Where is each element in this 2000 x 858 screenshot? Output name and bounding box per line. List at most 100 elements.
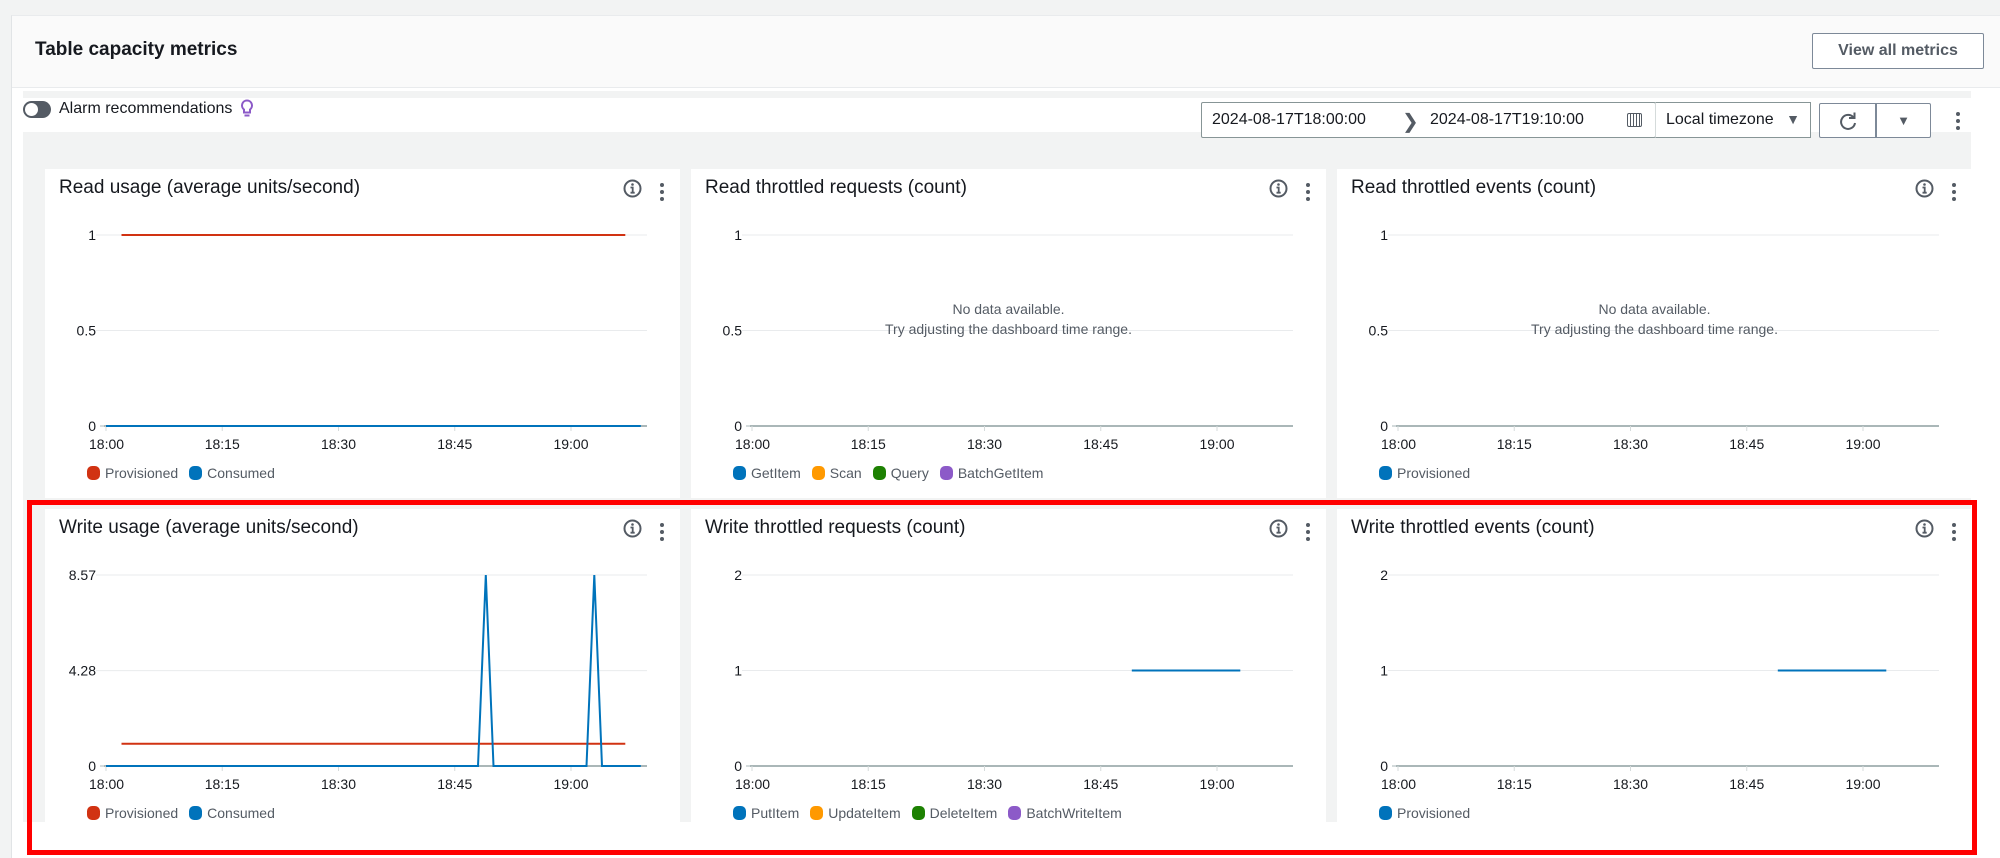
chart-legend: Provisioned — [1379, 805, 1470, 821]
legend-swatch — [1379, 806, 1392, 820]
x-tick-label: 18:00 — [1381, 436, 1416, 452]
legend-label: Query — [890, 465, 929, 481]
legend-item-consumed[interactable]: Consumed — [189, 465, 275, 481]
section-header: Table capacity metrics View all metrics — [12, 16, 2000, 88]
legend-swatch — [189, 466, 203, 480]
legend-swatch — [872, 466, 886, 480]
timezone-value: Local timezone — [1666, 111, 1774, 128]
legend-swatch — [189, 806, 203, 820]
legend-label: Provisioned — [1397, 805, 1471, 821]
chart-read-usage: 0 0.5 1 18:00 18:15 18:30 18:45 19:00 — [77, 227, 647, 452]
refresh-interval-dropdown[interactable]: ▼ — [1876, 103, 1931, 138]
x-tick-label: 18:00 — [735, 776, 770, 792]
legend-item-scan[interactable]: Scan — [811, 465, 862, 481]
legend-item-getitem[interactable]: GetItem — [733, 465, 801, 481]
x-tick-label: 18:00 — [735, 436, 770, 452]
legend-item-batchgetitem[interactable]: BatchGetItem — [939, 465, 1044, 481]
y-tick-label: 1 — [88, 227, 96, 243]
date-from[interactable]: 2024-08-17T18:00:00 — [1212, 111, 1366, 129]
date-range-picker[interactable]: 2024-08-17T18:00:00 ❯ 2024-08-17T19:10:0… — [1201, 102, 1656, 138]
y-tick-label: 8.57 — [69, 567, 96, 583]
x-tick-label: 19:00 — [1845, 776, 1880, 792]
y-tick-label: 1 — [734, 663, 742, 679]
no-data-line2: Try adjusting the dashboard time range. — [1531, 321, 1778, 337]
x-tick-label: 18:30 — [1613, 776, 1648, 792]
no-data-message: No data available. Try adjusting the dash… — [691, 299, 1326, 339]
x-tick-label: 18:00 — [89, 776, 124, 792]
legend-label: UpdateItem — [828, 805, 901, 821]
x-tick-label: 18:45 — [437, 776, 472, 792]
calendar-icon[interactable] — [1627, 113, 1642, 127]
chart-write-throttled-requests: 0 1 2 18:00 18:15 18:30 18:45 19:00 — [734, 567, 1293, 792]
x-tick-label: 18:30 — [321, 776, 356, 792]
legend-item-putitem[interactable]: PutItem — [733, 805, 799, 821]
legend-item-deleteitem[interactable]: DeleteItem — [911, 805, 998, 821]
caret-down-icon: ▼ — [1786, 111, 1800, 127]
x-tick-label: 18:00 — [1381, 776, 1416, 792]
x-tick-label: 19:00 — [553, 776, 588, 792]
refresh-button[interactable] — [1819, 103, 1876, 138]
x-tick-label: 18:15 — [851, 436, 886, 452]
y-tick-label: 0 — [1380, 758, 1388, 774]
x-tick-label: 18:15 — [851, 776, 886, 792]
legend-item-provisioned[interactable]: Provisioned — [87, 465, 178, 481]
x-tick-label: 18:45 — [437, 436, 472, 452]
legend-label: BatchGetItem — [957, 465, 1044, 481]
x-tick-label: 18:30 — [321, 436, 356, 452]
y-tick-label: 1 — [734, 227, 742, 243]
dashboard-actions-kebab[interactable] — [1952, 107, 1964, 133]
panel-write-usage: Write usage (average units/second) 0 4.28 8… — [45, 509, 680, 838]
x-tick-label: 18:45 — [1729, 436, 1764, 452]
no-data-line2: Try adjusting the dashboard time range. — [885, 321, 1132, 337]
x-tick-label: 19:00 — [553, 436, 588, 452]
legend-label: Provisioned — [105, 805, 179, 821]
x-tick-label: 18:30 — [1613, 436, 1648, 452]
panel-read-throttled-requests: Read throttled requests (count) 0 0.5 1 18:0… — [691, 169, 1326, 498]
legend-item-provisioned[interactable]: Provisioned — [1379, 805, 1470, 821]
legend-label: Consumed — [207, 465, 275, 481]
legend-item-consumed[interactable]: Consumed — [189, 805, 275, 821]
legend-label: Provisioned — [1397, 465, 1471, 481]
legend-swatch — [87, 466, 100, 480]
chart-legend: Provisioned Consumed — [87, 465, 275, 481]
legend-item-query[interactable]: Query — [872, 465, 929, 481]
x-tick-label: 18:45 — [1083, 436, 1118, 452]
chart-legend: Provisioned — [1379, 465, 1470, 481]
legend-swatch — [733, 806, 746, 820]
legend-item-provisioned[interactable]: Provisioned — [1379, 465, 1470, 481]
y-tick-label: 0.5 — [77, 323, 97, 339]
x-tick-label: 19:00 — [1845, 436, 1880, 452]
legend-label: Consumed — [207, 805, 275, 821]
x-tick-label: 19:00 — [1199, 436, 1234, 452]
legend-swatch — [811, 466, 825, 480]
y-tick-label: 0 — [734, 758, 742, 774]
caret-down-icon: ▼ — [1897, 113, 1910, 128]
x-tick-label: 18:30 — [967, 436, 1002, 452]
x-tick-label: 18:45 — [1083, 776, 1118, 792]
legend-swatch — [87, 806, 100, 820]
x-tick-label: 19:00 — [1199, 776, 1234, 792]
legend-label: Provisioned — [105, 465, 179, 481]
legend-label: DeleteItem — [929, 805, 998, 821]
y-tick-label: 2 — [1380, 567, 1388, 583]
timezone-select[interactable]: Local timezone ▼ — [1655, 102, 1811, 138]
view-all-metrics-button[interactable]: View all metrics — [1812, 33, 1984, 69]
x-tick-label: 18:45 — [1729, 776, 1764, 792]
panel-read-usage: Read usage (average units/second) 0 0.5 1 18… — [45, 169, 680, 498]
date-to[interactable]: 2024-08-17T19:10:00 — [1430, 111, 1584, 129]
lightbulb-icon[interactable] — [240, 99, 254, 119]
chart-legend: Provisioned Consumed — [87, 805, 275, 821]
y-tick-label: 1 — [1380, 663, 1388, 679]
x-tick-label: 18:15 — [205, 436, 240, 452]
legend-swatch — [1008, 806, 1022, 820]
panel-write-throttled-events: Write throttled events (count) 0 1 2 18:00 18… — [1337, 509, 1972, 838]
panel-read-throttled-events: Read throttled events (count) 0 0.5 1 18:00 1… — [1337, 169, 1972, 498]
legend-item-updateitem[interactable]: UpdateItem — [810, 805, 901, 821]
legend-item-batchwriteitem[interactable]: BatchWriteItem — [1008, 805, 1122, 821]
no-data-line1: No data available. — [952, 301, 1065, 317]
legend-swatch — [733, 466, 746, 480]
legend-swatch — [1379, 466, 1392, 480]
legend-item-provisioned[interactable]: Provisioned — [87, 805, 178, 821]
alarm-recommendations-toggle[interactable] — [23, 101, 51, 118]
panel-write-throttled-requests: Write throttled requests (count) 0 1 2 18:00… — [691, 509, 1326, 838]
